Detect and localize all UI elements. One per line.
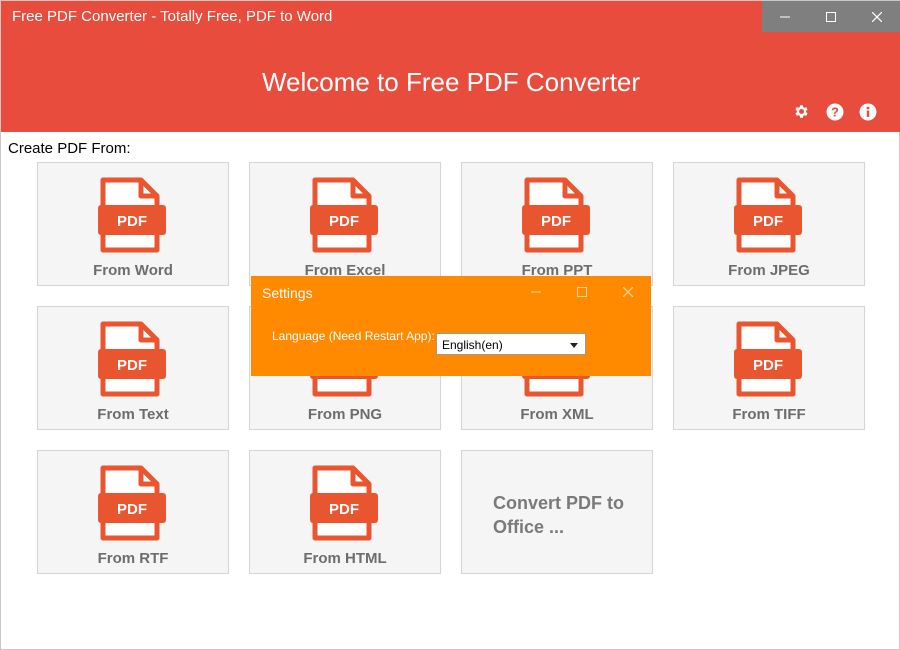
pdf-icon-text: PDF	[329, 501, 359, 518]
dialog-close-button[interactable]	[605, 276, 651, 307]
tile-convert-pdf-to-office[interactable]: Convert PDF to Office ...	[461, 450, 653, 574]
dialog-minimize-button[interactable]	[513, 276, 559, 307]
pdf-icon-text: PDF	[753, 357, 783, 374]
help-icon: ?	[826, 103, 843, 120]
close-icon	[623, 286, 633, 297]
dialog-title: Settings	[262, 285, 313, 301]
minimize-icon	[780, 16, 790, 17]
tile-label: From HTML	[303, 550, 387, 567]
info-button[interactable]	[858, 102, 877, 121]
window-title: Free PDF Converter - Totally Free, PDF t…	[12, 8, 333, 25]
close-button[interactable]	[854, 1, 900, 32]
pdf-icon-text: PDF	[753, 213, 783, 230]
tile-label: From JPEG	[728, 262, 810, 279]
pdf-file-icon: PDF	[98, 465, 166, 541]
close-icon	[872, 11, 882, 22]
tile-from-html[interactable]: PDF From HTML	[249, 450, 441, 574]
pdf-icon-text: PDF	[541, 213, 571, 230]
help-button[interactable]: ?	[825, 102, 844, 121]
section-label: Create PDF From:	[8, 140, 131, 157]
pdf-file-icon: PDF	[98, 321, 166, 397]
tile-from-rtf[interactable]: PDF From RTF	[37, 450, 229, 574]
dialog-window-controls	[513, 276, 651, 307]
app-window: Free PDF Converter - Totally Free, PDF t…	[0, 0, 900, 650]
tile-label: From Text	[97, 406, 169, 423]
pdf-file-icon: PDF	[310, 465, 378, 541]
gear-icon	[795, 105, 808, 118]
dropdown-arrow-icon	[570, 343, 578, 348]
maximize-icon	[577, 286, 587, 297]
settings-button[interactable]	[792, 102, 811, 121]
tile-from-tiff[interactable]: PDF From TIFF	[673, 306, 865, 430]
tile-from-text[interactable]: PDF From Text	[37, 306, 229, 430]
minimize-icon	[531, 291, 541, 292]
tile-label: From PNG	[307, 406, 383, 423]
tile-label: Convert PDF to Office ...	[493, 493, 625, 537]
tile-label: From XML	[520, 406, 594, 423]
tile-label: From TIFF	[732, 406, 806, 423]
header-toolbar: ?	[792, 102, 877, 121]
pdf-icon-text: PDF	[117, 501, 147, 518]
settings-dialog: Settings Language (Need Restart App): En…	[251, 276, 651, 376]
pdf-file-icon: PDF	[522, 177, 590, 253]
pdf-icon-text: PDF	[329, 213, 359, 230]
pdf-file-icon: PDF	[734, 321, 802, 397]
tile-from-ppt[interactable]: PDF From PPT	[461, 162, 653, 286]
pdf-file-icon: PDF	[310, 177, 378, 253]
pdf-file-icon: PDF	[98, 177, 166, 253]
maximize-button[interactable]	[808, 1, 854, 32]
tile-label: From RTF	[97, 550, 169, 567]
pdf-file-icon: PDF	[734, 177, 802, 253]
tile-from-jpeg[interactable]: PDF From JPEG	[673, 162, 865, 286]
info-icon	[859, 103, 876, 120]
maximize-icon	[826, 11, 836, 22]
dialog-titlebar[interactable]: Settings	[251, 276, 651, 307]
window-controls	[762, 1, 900, 32]
minimize-button[interactable]	[762, 1, 808, 32]
tile-from-word[interactable]: PDF From Word	[37, 162, 229, 286]
pdf-icon-text: PDF	[117, 357, 147, 374]
tile-label: From Word	[93, 262, 173, 279]
dialog-maximize-button[interactable]	[559, 276, 605, 307]
language-label: Language (Need Restart App):	[272, 329, 435, 343]
pdf-icon-text: PDF	[117, 213, 147, 230]
language-select[interactable]: English(en)	[436, 333, 586, 355]
language-select-value: English(en)	[442, 338, 503, 352]
welcome-heading: Welcome to Free PDF Converter	[261, 67, 641, 97]
svg-text:?: ?	[831, 104, 839, 119]
tile-from-excel[interactable]: PDF From Excel	[249, 162, 441, 286]
header-bar: Free PDF Converter - Totally Free, PDF t…	[1, 1, 900, 132]
